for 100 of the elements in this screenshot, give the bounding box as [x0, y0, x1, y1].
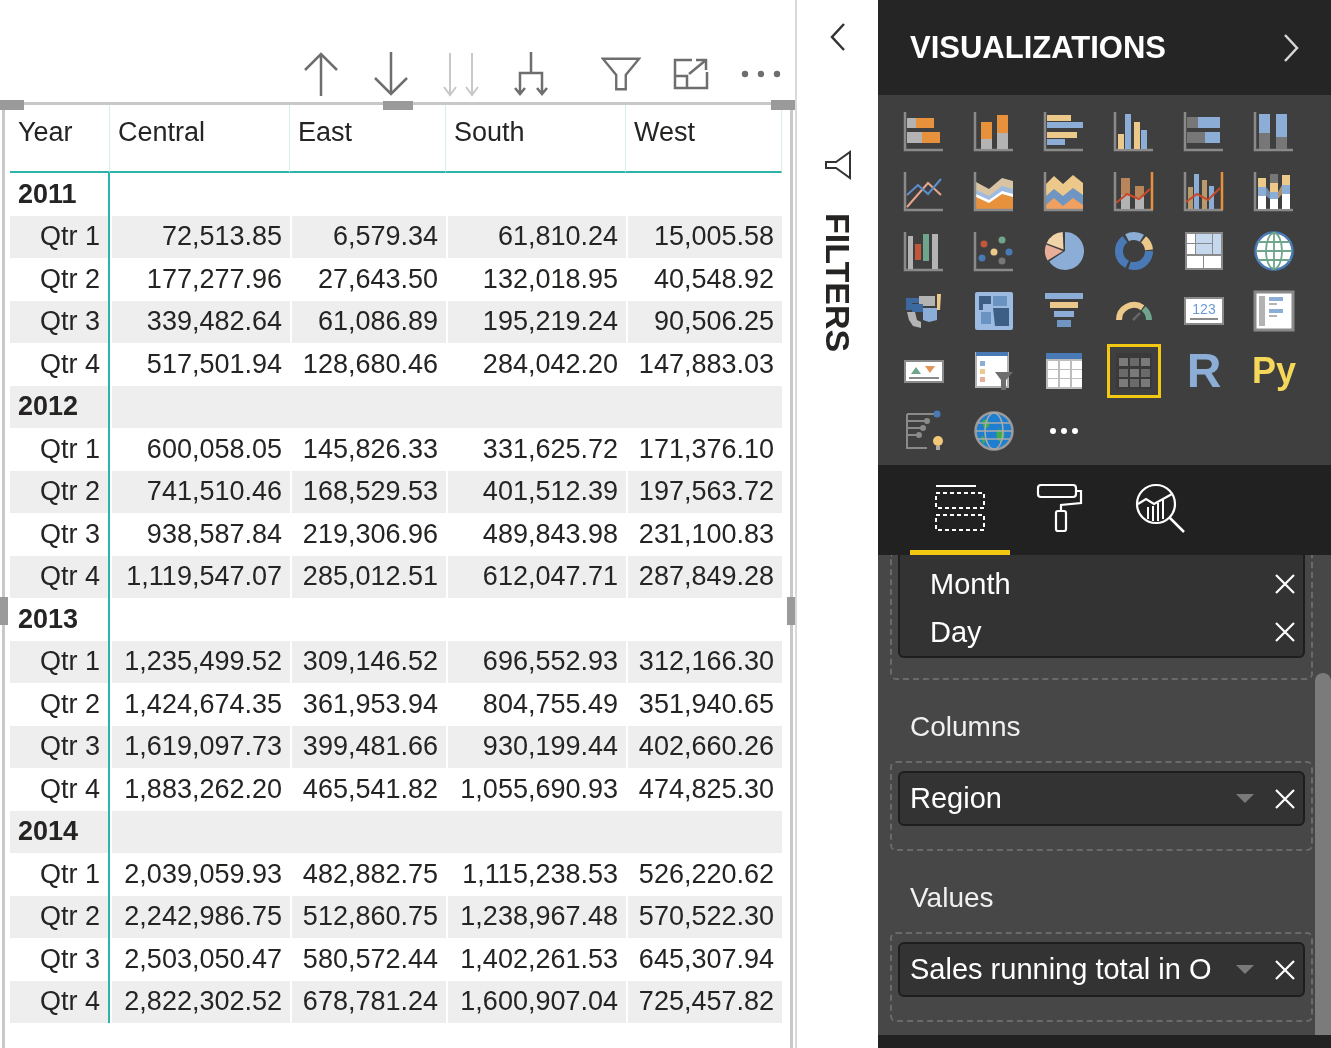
kpi-icon	[903, 358, 945, 384]
field-pill[interactable]: Month Day	[898, 555, 1305, 658]
table-cell: 1,238,967.48	[446, 895, 626, 938]
close-icon[interactable]	[1274, 573, 1296, 595]
table-cell: 90,506.25	[626, 300, 782, 343]
treemap-icon	[1183, 230, 1225, 272]
pie-chart-icon	[1043, 230, 1085, 272]
table-cell: 15,005.58	[626, 215, 782, 258]
globe-map-icon	[973, 410, 1015, 452]
expand-level-button[interactable]	[511, 51, 551, 97]
fork-arrow-down-icon	[512, 51, 550, 97]
resize-handle[interactable]	[383, 101, 413, 110]
row-header: Qtr 3	[10, 725, 110, 768]
table-cell: 61,086.89	[290, 300, 446, 343]
table-cell: 570,522.30	[626, 895, 782, 938]
drop-zone[interactable]: Sales running total in O	[890, 932, 1313, 1022]
table-cell: 2,242,986.75	[110, 895, 290, 938]
paint-roller-icon	[1036, 482, 1084, 533]
table-cell: 741,510.46	[110, 470, 290, 513]
row-header: Qtr 4	[10, 980, 110, 1023]
drop-zone[interactable]: Month Day	[890, 555, 1313, 680]
table-cell: 339,482.64	[110, 300, 290, 343]
table-cell: 930,199.44	[446, 725, 626, 768]
dropdown-caret-icon[interactable]	[1236, 793, 1254, 804]
stacked-area-chart-icon	[1043, 170, 1085, 212]
funnel-icon[interactable]	[823, 150, 852, 180]
arrow-up-icon	[302, 51, 340, 97]
drill-down-button[interactable]	[371, 51, 411, 97]
table-cell: 725,457.82	[626, 980, 782, 1023]
ribbon-chart-icon	[1253, 170, 1295, 212]
row-header: Qtr 1	[10, 640, 110, 683]
resize-handle[interactable]	[787, 597, 795, 625]
filters-title: FILTERS	[820, 213, 855, 353]
more-icon	[741, 70, 781, 78]
stacked-column-chart-icon	[973, 110, 1015, 152]
row-header: Qtr 2	[10, 895, 110, 938]
resize-handle[interactable]	[0, 100, 24, 110]
table-cell: 402,660.26	[626, 725, 782, 768]
column-header: South	[446, 105, 626, 173]
visual-type-button[interactable]	[1107, 344, 1161, 398]
drop-zone[interactable]: Region	[890, 761, 1313, 851]
stacked-bar-chart-icon	[903, 110, 945, 152]
waterfall-chart-icon	[903, 230, 945, 272]
field-pill[interactable]: Region	[898, 771, 1305, 826]
table-cell: 678,781.24	[290, 980, 446, 1023]
field-name: Month	[930, 567, 1012, 601]
funnel-icon	[601, 55, 641, 93]
line-column-chart-icon	[1113, 170, 1155, 212]
arrow-down-icon	[372, 51, 410, 97]
row-header: Qtr 2	[10, 470, 110, 513]
globe-icon	[1253, 230, 1295, 272]
resize-handle[interactable]	[771, 100, 795, 110]
visual-type-button[interactable]: Py	[1247, 344, 1301, 398]
tree-diagram-icon	[903, 410, 945, 452]
table-cell: 312,166.30	[626, 640, 782, 683]
dropdown-caret-icon[interactable]	[1236, 964, 1254, 975]
multi-row-card-icon	[1253, 290, 1295, 332]
resize-handle[interactable]	[0, 597, 8, 625]
chevron-right-icon[interactable]	[1283, 32, 1299, 63]
field-pill[interactable]: Sales running total in O	[898, 942, 1305, 997]
table-cell: 287,849.28	[626, 555, 782, 598]
table-cell: 72,513.85	[110, 215, 290, 258]
table-cell: 1,619,097.73	[110, 725, 290, 768]
area-chart-icon	[973, 170, 1015, 212]
table-cell: 612,047.71	[446, 555, 626, 598]
table-cell: 197,563.72	[626, 470, 782, 513]
more-icon	[1049, 427, 1079, 435]
table-cell: 1,235,499.52	[110, 640, 290, 683]
row-header: 2014	[10, 810, 110, 853]
table-cell: 512,860.75	[290, 895, 446, 938]
table-cell: 285,012.51	[290, 555, 446, 598]
table-cell: 1,119,547.07	[110, 555, 290, 598]
scatter-chart-icon	[973, 230, 1015, 272]
scrollbar-thumb[interactable]	[1315, 673, 1331, 1035]
well-label: Values	[909, 881, 995, 915]
percent-column-chart-icon	[1253, 110, 1295, 152]
field-name: Region	[910, 782, 1003, 815]
table-cell: 309,146.52	[290, 640, 446, 683]
visual-type-button[interactable]: R	[1177, 344, 1231, 398]
column-header: Central	[110, 105, 290, 173]
chart-magnifier-icon	[1134, 481, 1186, 534]
gauge-icon	[1115, 301, 1153, 321]
clustered-column-chart-icon	[1113, 110, 1155, 152]
field-name: Day	[930, 615, 983, 649]
table-cell: 2,822,302.52	[110, 980, 290, 1023]
field-name: Sales running total in O	[910, 953, 1213, 986]
expand-icon	[672, 57, 710, 91]
close-icon[interactable]	[1274, 958, 1296, 981]
close-icon[interactable]	[1274, 787, 1296, 810]
row-header: 2012	[10, 385, 110, 428]
clustered-bar-chart-icon	[1043, 110, 1085, 152]
table-cell: 6,579.34	[290, 215, 446, 258]
chevron-left-icon[interactable]	[829, 22, 846, 52]
pane-title: VISUALIZATIONS	[910, 29, 1167, 66]
table-cell: 1,600,907.04	[446, 980, 626, 1023]
table-cell: 401,512.39	[446, 470, 626, 513]
table-cell: 399,481.66	[290, 725, 446, 768]
table-icon	[1043, 350, 1085, 392]
table-cell: 696,552.93	[446, 640, 626, 683]
close-icon[interactable]	[1274, 621, 1296, 643]
